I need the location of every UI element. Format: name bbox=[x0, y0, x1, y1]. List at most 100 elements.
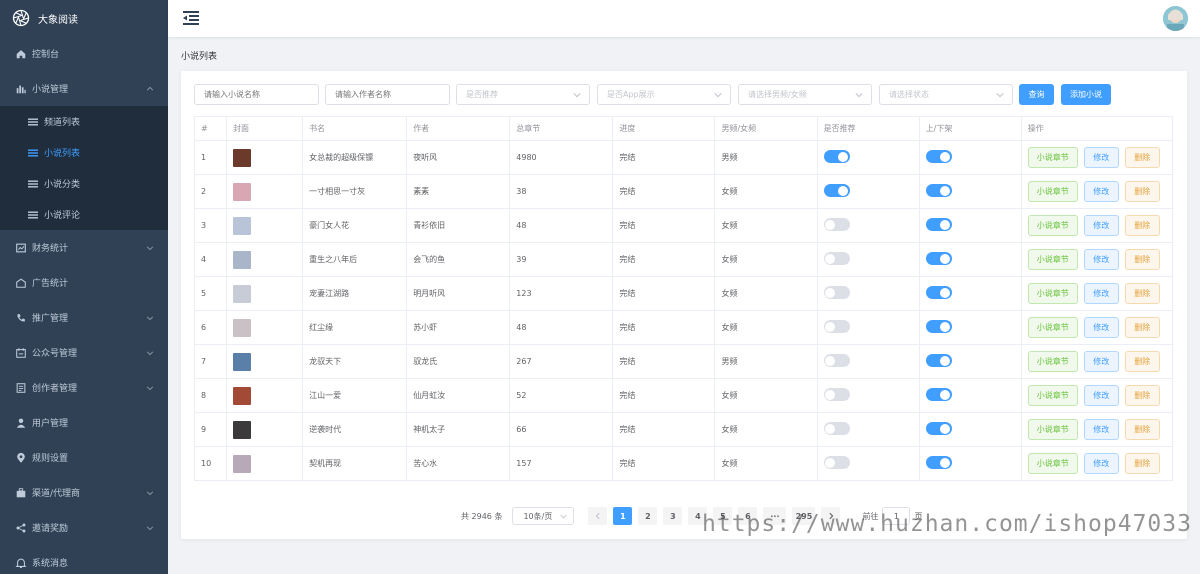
brand[interactable]: 大象阅读 bbox=[0, 0, 168, 36]
delete-button[interactable]: 删除 bbox=[1124, 351, 1160, 372]
chapter-count: 123 bbox=[509, 276, 614, 311]
novel-name-input[interactable] bbox=[194, 84, 319, 105]
page-size-select[interactable]: 10条/页 bbox=[512, 507, 575, 525]
sidebar-item-label: 系统消息 bbox=[32, 559, 69, 569]
sidebar-item-2[interactable]: 财务统计 bbox=[0, 230, 168, 265]
recommend-toggle[interactable] bbox=[823, 252, 850, 265]
chevron-up-icon bbox=[146, 86, 154, 91]
recommend-toggle[interactable] bbox=[823, 456, 850, 469]
delete-button[interactable]: 删除 bbox=[1124, 147, 1160, 168]
progress-status: 完结 bbox=[612, 276, 716, 311]
recommend-toggle[interactable] bbox=[823, 354, 850, 367]
recommend-toggle[interactable] bbox=[823, 422, 850, 435]
sidebar-item-8[interactable]: 规则设置 bbox=[0, 440, 168, 475]
sidebar-subitem-label: 频道列表 bbox=[44, 118, 81, 128]
edit-button[interactable]: 修改 bbox=[1083, 351, 1119, 372]
novel-chapters-button[interactable]: 小说章节 bbox=[1027, 419, 1078, 440]
column-header: 男频/女频 bbox=[714, 116, 818, 141]
sidebar-item-label: 广告统计 bbox=[32, 279, 69, 289]
online-toggle[interactable] bbox=[925, 354, 952, 367]
delete-button[interactable]: 删除 bbox=[1124, 453, 1160, 474]
sidebar-item-5[interactable]: 公众号管理 bbox=[0, 335, 168, 370]
recommend-toggle[interactable] bbox=[823, 286, 850, 299]
online-toggle[interactable] bbox=[925, 320, 952, 333]
edit-button[interactable]: 修改 bbox=[1083, 147, 1119, 168]
online-toggle[interactable] bbox=[925, 184, 952, 197]
edit-button[interactable]: 修改 bbox=[1083, 181, 1119, 202]
book-cover-image bbox=[233, 352, 252, 371]
author-name-input[interactable] bbox=[325, 84, 450, 105]
novel-chapters-button[interactable]: 小说章节 bbox=[1027, 385, 1078, 406]
recommend-select[interactable]: 是否推荐 bbox=[456, 84, 590, 105]
sidebar-subitem-2[interactable]: 小说分类 bbox=[0, 168, 168, 199]
recommend-toggle[interactable] bbox=[823, 388, 850, 401]
novel-chapters-button[interactable]: 小说章节 bbox=[1027, 147, 1078, 168]
novel-chapters-button[interactable]: 小说章节 bbox=[1027, 317, 1078, 338]
sidebar-item-9[interactable]: 渠道/代理商 bbox=[0, 475, 168, 510]
online-toggle[interactable] bbox=[925, 286, 952, 299]
online-toggle[interactable] bbox=[925, 456, 952, 469]
delete-button[interactable]: 删除 bbox=[1124, 419, 1160, 440]
edit-button[interactable]: 修改 bbox=[1083, 419, 1119, 440]
edit-button[interactable]: 修改 bbox=[1083, 249, 1119, 270]
recommend-cell bbox=[816, 140, 920, 175]
sidebar-item-10[interactable]: 邀请奖励 bbox=[0, 510, 168, 545]
page-2-button[interactable]: 2 bbox=[638, 507, 658, 525]
sidebar-item-7[interactable]: 用户管理 bbox=[0, 405, 168, 440]
novel-chapters-button[interactable]: 小说章节 bbox=[1027, 351, 1078, 372]
online-toggle[interactable] bbox=[925, 388, 952, 401]
search-button[interactable]: 查询 bbox=[1019, 84, 1054, 105]
online-toggle[interactable] bbox=[925, 252, 952, 265]
delete-button[interactable]: 删除 bbox=[1124, 249, 1160, 270]
novel-chapters-button[interactable]: 小说章节 bbox=[1027, 249, 1078, 270]
recommend-toggle[interactable] bbox=[823, 218, 850, 231]
recommend-toggle[interactable] bbox=[823, 320, 850, 333]
edit-button[interactable]: 修改 bbox=[1083, 385, 1119, 406]
user-avatar[interactable] bbox=[1163, 6, 1188, 31]
sidebar-subitem-3[interactable]: 小说评论 bbox=[0, 199, 168, 230]
sidebar-item-3[interactable]: 广告统计 bbox=[0, 265, 168, 300]
page-1-button[interactable]: 1 bbox=[613, 507, 633, 525]
online-toggle[interactable] bbox=[925, 422, 952, 435]
edit-button[interactable]: 修改 bbox=[1083, 215, 1119, 236]
sidebar-item-11[interactable]: 系统消息 bbox=[0, 545, 168, 574]
prev-page-button[interactable] bbox=[588, 507, 608, 525]
switch-knob bbox=[825, 287, 836, 298]
delete-button[interactable]: 删除 bbox=[1124, 283, 1160, 304]
column-header: 是否推荐 bbox=[816, 116, 920, 141]
status-select[interactable]: 请选择状态 bbox=[879, 84, 1013, 105]
home-icon bbox=[16, 49, 26, 58]
user-icon bbox=[16, 418, 26, 428]
novel-chapters-button[interactable]: 小说章节 bbox=[1027, 453, 1078, 474]
novel-chapters-button[interactable]: 小说章节 bbox=[1027, 283, 1078, 304]
edit-button[interactable]: 修改 bbox=[1083, 317, 1119, 338]
sidebar-item-1[interactable]: 小说管理 bbox=[0, 71, 168, 106]
recommend-toggle[interactable] bbox=[823, 150, 850, 163]
recommend-toggle[interactable] bbox=[823, 184, 850, 197]
novel-chapters-button[interactable]: 小说章节 bbox=[1027, 215, 1078, 236]
progress-status: 完结 bbox=[612, 310, 716, 345]
online-toggle[interactable] bbox=[925, 218, 952, 231]
sidebar-item-label: 规则设置 bbox=[32, 454, 69, 464]
recommend-cell bbox=[816, 446, 920, 481]
hamburger-menu-icon[interactable] bbox=[183, 11, 199, 25]
online-toggle[interactable] bbox=[925, 150, 952, 163]
page-3-button[interactable]: 3 bbox=[663, 507, 683, 525]
edit-button[interactable]: 修改 bbox=[1083, 283, 1119, 304]
delete-button[interactable]: 删除 bbox=[1124, 317, 1160, 338]
novel-chapters-button[interactable]: 小说章节 bbox=[1027, 181, 1078, 202]
sidebar-subitem-1[interactable]: 小说列表 bbox=[0, 137, 168, 168]
delete-button[interactable]: 删除 bbox=[1124, 181, 1160, 202]
sidebar-item-0[interactable]: 控制台 bbox=[0, 36, 168, 71]
gender-select[interactable]: 请选择男频/女频 bbox=[738, 84, 872, 105]
delete-button[interactable]: 删除 bbox=[1124, 215, 1160, 236]
delete-button[interactable]: 删除 bbox=[1124, 385, 1160, 406]
ad-icon bbox=[16, 278, 26, 288]
add-novel-button[interactable]: 添加小说 bbox=[1061, 84, 1111, 105]
sidebar-item-4[interactable]: 推广管理 bbox=[0, 300, 168, 335]
edit-button[interactable]: 修改 bbox=[1083, 453, 1119, 474]
sidebar-item-6[interactable]: 创作者管理 bbox=[0, 370, 168, 405]
online-cell bbox=[918, 344, 1022, 379]
app-show-select[interactable]: 是否App展示 bbox=[597, 84, 731, 105]
sidebar-subitem-0[interactable]: 频道列表 bbox=[0, 106, 168, 137]
